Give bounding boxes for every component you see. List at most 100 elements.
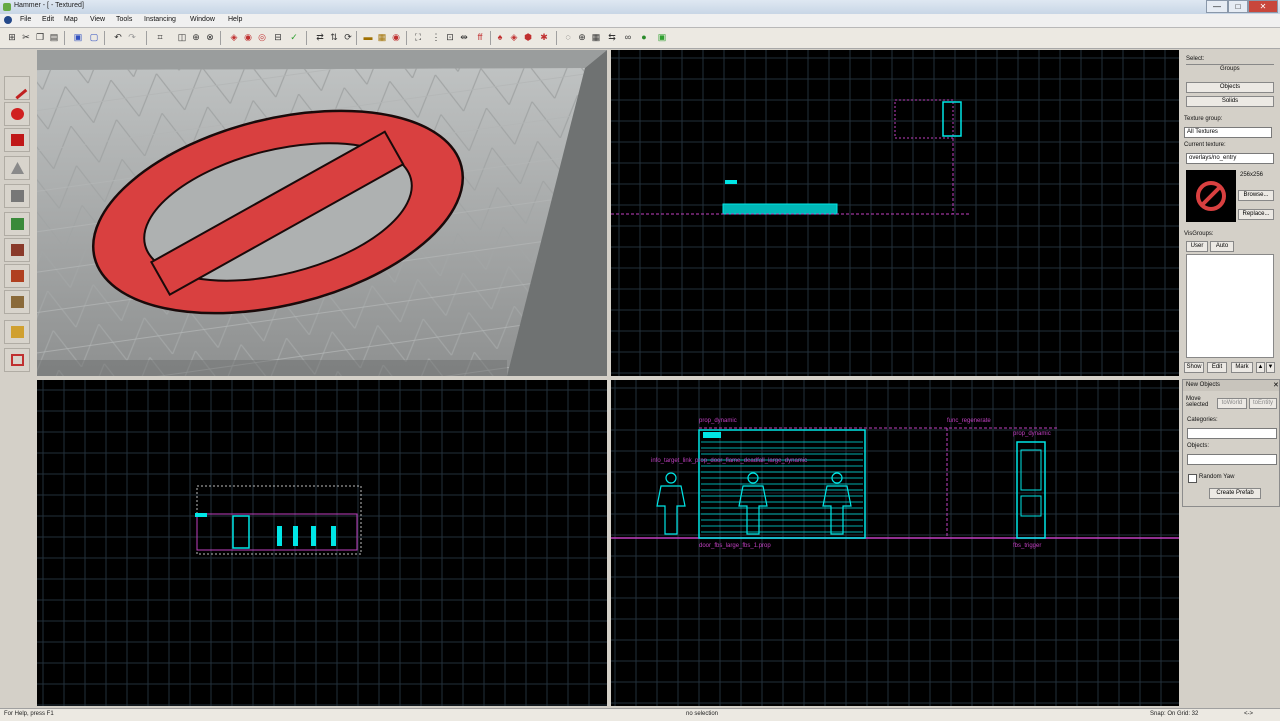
door-entity [722,203,838,215]
menu-map[interactable]: Map [64,16,78,23]
paste-icon[interactable]: ▤ [48,31,60,43]
ungroup-icon[interactable]: ▢ [88,31,100,43]
close-button[interactable]: ✕ [1248,0,1278,13]
decal-tool[interactable] [4,264,30,288]
groups-radio[interactable]: Groups [1186,64,1274,75]
overlay-tool[interactable] [4,290,30,314]
compile-icon[interactable]: ● [638,31,650,43]
align-icon[interactable]: ⊟ [272,31,284,43]
snap-grid-icon[interactable]: ⊡ [444,31,456,43]
main-toolbar: ⊞ ✂ ❐ ▤ ▣ ▢ ↶ ↷ ⌗ ◫ ⊕ ⊗ ◈ ◉ ◎ ⊟ ✓ ⇄ ⇅ ⟳ … [0,28,1280,49]
viewport-2d-side[interactable]: prop_dynamic info_target_link_prop_door_… [611,380,1179,706]
apply-texture-tool[interactable] [4,238,30,262]
redo-icon[interactable]: ↷ [126,31,138,43]
snap-icon[interactable]: ⊗ [204,31,216,43]
app-icon [3,3,11,11]
locker-entity [942,101,962,137]
player-entity [277,526,282,546]
viewport-2d-front[interactable] [37,380,607,706]
menu-tools[interactable]: Tools [116,16,132,23]
show-icon[interactable]: ◉ [242,31,254,43]
cordon-icon[interactable]: ◌ [562,31,574,43]
selection-tool[interactable] [4,76,30,100]
portal-icon[interactable]: ff [474,31,486,43]
crosshair-icon[interactable]: ⊕ [576,31,588,43]
rotate-icon[interactable]: ⟳ [342,31,354,43]
overlay-icon[interactable]: ⬢ [522,31,534,43]
player-entity [331,526,336,546]
carve-icon[interactable]: ⌗ [154,31,166,43]
entity-report-icon[interactable]: ▬ [362,31,374,43]
hide-icon[interactable]: ◈ [228,31,240,43]
locker-entity [232,515,250,549]
groups-label: Groups [1220,66,1240,72]
cut-icon[interactable]: ✂ [20,31,32,43]
minimize-button[interactable]: — [1206,0,1228,13]
pointfile-icon[interactable]: ⇹ [458,31,470,43]
texture-group-select[interactable]: All Textures [1184,127,1272,138]
select-all-icon[interactable]: ⊞ [6,31,18,43]
random-yaw-checkbox[interactable] [1188,474,1197,483]
menu-view[interactable]: View [90,16,105,23]
tab-auto[interactable]: Auto [1210,241,1234,252]
move-down-icon[interactable]: ▼ [1266,362,1275,373]
camera-tool[interactable] [4,128,30,152]
status-coords: <-> [1244,711,1254,717]
hide-unselected-icon[interactable]: ◎ [256,31,268,43]
brush-entity-icon[interactable]: ▦ [376,31,388,43]
magnify-tool[interactable] [4,102,30,126]
texture-lock-icon[interactable]: ⊕ [190,31,202,43]
check-icon[interactable]: ✓ [288,31,300,43]
objects-button[interactable]: Objects [1186,82,1274,93]
menu-edit[interactable]: Edit [42,16,54,23]
show-button[interactable]: Show [1184,362,1204,373]
menu-file[interactable]: File [20,16,31,23]
displacement-icon[interactable]: ◈ [508,31,520,43]
mark-button[interactable]: Mark [1231,362,1253,373]
clipping-tool[interactable] [4,320,30,344]
camera-icon[interactable]: ⇆ [606,31,618,43]
vis-icon[interactable]: ▣ [656,31,668,43]
run-map-icon[interactable]: ◉ [390,31,402,43]
viewport-2d-top[interactable] [611,50,1179,376]
marker-entity [725,180,737,184]
grid-icon[interactable]: ⛶ [412,31,424,43]
menu-window[interactable]: Window [190,16,215,23]
texture-tool[interactable] [4,212,30,236]
entity-tool[interactable] [4,156,30,180]
decal-icon[interactable]: ✱ [538,31,550,43]
skybox-icon[interactable]: ▦ [590,31,602,43]
replace-button[interactable]: Replace... [1238,209,1274,220]
to-entity-button[interactable]: toEntity [1249,398,1277,409]
maximize-button[interactable]: □ [1228,0,1248,13]
viewport-3d-textured[interactable] [37,50,607,376]
create-prefab-button[interactable]: Create Prefab [1209,488,1261,499]
solids-button[interactable]: Solids [1186,96,1274,107]
block-tool[interactable] [4,184,30,208]
objects-select[interactable] [1187,454,1277,465]
edit-button[interactable]: Edit [1207,362,1227,373]
categories-select[interactable] [1187,428,1277,439]
visgroups-list[interactable] [1186,254,1274,358]
to-world-button[interactable]: toWorld [1217,398,1247,409]
tab-user[interactable]: User [1186,241,1208,252]
copy-icon[interactable]: ❐ [34,31,46,43]
move-up-icon[interactable]: ▲ [1256,362,1265,373]
texture-preview[interactable] [1186,170,1236,222]
menu-help[interactable]: Help [228,16,242,23]
helpers-icon[interactable]: ∞ [622,31,634,43]
current-texture-select[interactable]: overlays/no_entry [1186,153,1274,164]
browse-button[interactable]: Browse... [1238,190,1274,201]
flip-icon[interactable]: ⇄ [314,31,326,43]
document-icon[interactable] [4,16,12,24]
entity-label: info_target_link_prop_door_flame_deadfal… [651,458,808,464]
hollow-icon[interactable]: ◫ [176,31,188,43]
close-icon[interactable]: ✕ [1273,381,1279,389]
undo-icon[interactable]: ↶ [112,31,124,43]
menu-instancing[interactable]: Instancing [144,16,176,23]
mirror-icon[interactable]: ⇅ [328,31,340,43]
group-icon[interactable]: ▣ [72,31,84,43]
vertex-tool[interactable] [4,348,30,372]
3d-grid-icon[interactable]: ⋮ [430,31,442,43]
model-icon[interactable]: ♠ [494,31,506,43]
